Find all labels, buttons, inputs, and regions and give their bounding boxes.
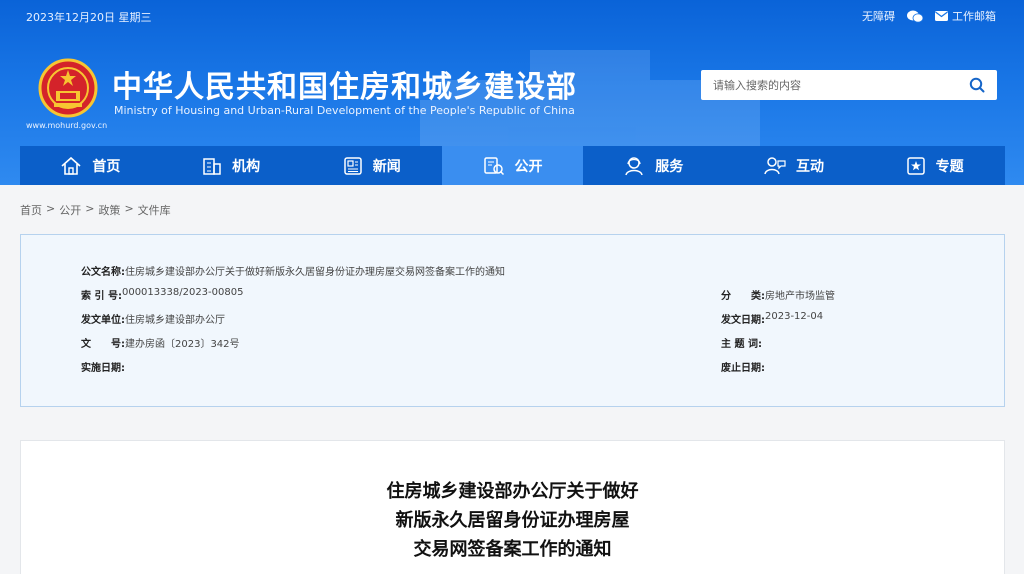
meta-value: 2023-12-04 <box>765 311 824 322</box>
meta-value: 住房城乡建设部办公厅关于做好新版永久居留身份证办理房屋交易网签备案工作的通知 <box>125 267 505 278</box>
nav-label: 新闻 <box>372 158 401 175</box>
meta-label: 实施日期: <box>81 363 125 374</box>
breadcrumb-separator: > <box>124 202 134 215</box>
nav-label: 互动 <box>795 158 824 175</box>
meta-label: 主 题 词: <box>721 339 762 350</box>
meta-label: 公文名称: <box>81 267 125 278</box>
meta-label: 发文单位: <box>81 315 125 326</box>
home-icon <box>61 156 81 175</box>
nav-item-organization[interactable]: 机构 <box>161 146 302 185</box>
breadcrumb-policy[interactable]: 政策 <box>98 202 120 218</box>
meta-doc-number: 文 号: 建办房函〔2023〕342号 <box>81 335 240 350</box>
site-title: 中华人民共和国住房和城乡建设部 <box>112 70 577 105</box>
nav-item-disclosure[interactable]: 公开 <box>442 146 583 185</box>
nav-item-service[interactable]: 服务 <box>583 146 724 185</box>
nav-label: 首页 <box>92 158 121 175</box>
search-button[interactable] <box>957 70 997 100</box>
meta-issue-date: 发文日期: 2023-12-04 <box>721 311 823 326</box>
building-icon <box>203 157 221 175</box>
nav-item-topic[interactable]: 专题 <box>864 146 1005 185</box>
meta-label: 索 引 号: <box>81 291 122 302</box>
nav-label: 服务 <box>655 158 684 175</box>
breadcrumb-library[interactable]: 文件库 <box>138 202 171 218</box>
main-nav: 首页 机构 新闻 公开 服务 互动 专题 <box>20 146 1005 185</box>
nav-label: 公开 <box>514 158 543 175</box>
wechat-icon[interactable] <box>907 10 923 23</box>
interaction-icon <box>764 156 786 174</box>
topbar-links: 无障碍 工作邮箱 <box>862 8 996 24</box>
article-title-line: 新版永久居留身份证办理房屋 <box>395 510 630 531</box>
meta-category: 分 类: 房地产市场监管 <box>721 287 835 302</box>
mail-icon <box>935 11 948 21</box>
meta-subject: 主 题 词: <box>721 335 762 350</box>
search-box <box>701 70 997 100</box>
meta-value: 000013338/2023-00805 <box>121 287 244 298</box>
service-icon <box>625 156 643 175</box>
site-header: 2023年12月20日 星期三 无障碍 工作邮箱 www.mohurd.gov.… <box>0 0 1024 185</box>
work-mail-link[interactable]: 工作邮箱 <box>935 8 996 24</box>
topic-icon <box>906 156 925 175</box>
search-icon <box>969 77 985 93</box>
article-title-line: 住房城乡建设部办公厅关于做好 <box>386 481 639 502</box>
accessibility-link[interactable]: 无障碍 <box>862 8 895 24</box>
meta-issuer: 发文单位: 住房城乡建设部办公厅 <box>81 311 225 326</box>
nav-item-interaction[interactable]: 互动 <box>724 146 865 185</box>
meta-label: 文 号: <box>81 339 125 350</box>
breadcrumb-disclosure[interactable]: 公开 <box>59 202 81 218</box>
work-mail-label: 工作邮箱 <box>952 10 996 23</box>
disclosure-icon <box>483 156 504 175</box>
breadcrumb-home[interactable]: 首页 <box>20 202 42 218</box>
news-icon <box>344 156 362 175</box>
national-emblem-icon[interactable] <box>38 58 98 118</box>
article-title-line: 交易网签备案工作的通知 <box>413 539 612 560</box>
meta-value: 住房城乡建设部办公厅 <box>125 315 225 326</box>
nav-item-home[interactable]: 首页 <box>20 146 161 185</box>
meta-effective-date: 实施日期: <box>81 359 125 374</box>
meta-label: 分 类: <box>721 291 765 302</box>
meta-value: 建办房函〔2023〕342号 <box>125 339 240 350</box>
document-metadata: 公文名称: 住房城乡建设部办公厅关于做好新版永久居留身份证办理房屋交易网签备案工… <box>20 234 1005 407</box>
search-input[interactable] <box>701 71 957 99</box>
breadcrumb-separator: > <box>85 202 95 215</box>
nav-label: 专题 <box>935 158 964 175</box>
article-body: 住房城乡建设部办公厅关于做好 新版永久居留身份证办理房屋 交易网签备案工作的通知 <box>20 440 1005 574</box>
breadcrumb-separator: > <box>46 202 56 215</box>
meta-doc-name: 公文名称: 住房城乡建设部办公厅关于做好新版永久居留身份证办理房屋交易网签备案工… <box>81 263 505 278</box>
meta-label: 发文日期: <box>721 315 765 326</box>
nav-item-news[interactable]: 新闻 <box>301 146 442 185</box>
nav-label: 机构 <box>232 158 261 175</box>
meta-label: 废止日期: <box>721 363 765 374</box>
meta-value: 房地产市场监管 <box>765 291 835 302</box>
current-date: 2023年12月20日 星期三 <box>26 11 152 24</box>
meta-index: 索 引 号: 000013338/2023-00805 <box>81 287 243 302</box>
site-title-english: Ministry of Housing and Urban-Rural Deve… <box>114 104 575 117</box>
breadcrumb: 首页 > 公开 > 政策 > 文件库 <box>20 202 171 218</box>
site-url: www.mohurd.gov.cn <box>26 121 108 130</box>
meta-repeal-date: 废止日期: <box>721 359 765 374</box>
